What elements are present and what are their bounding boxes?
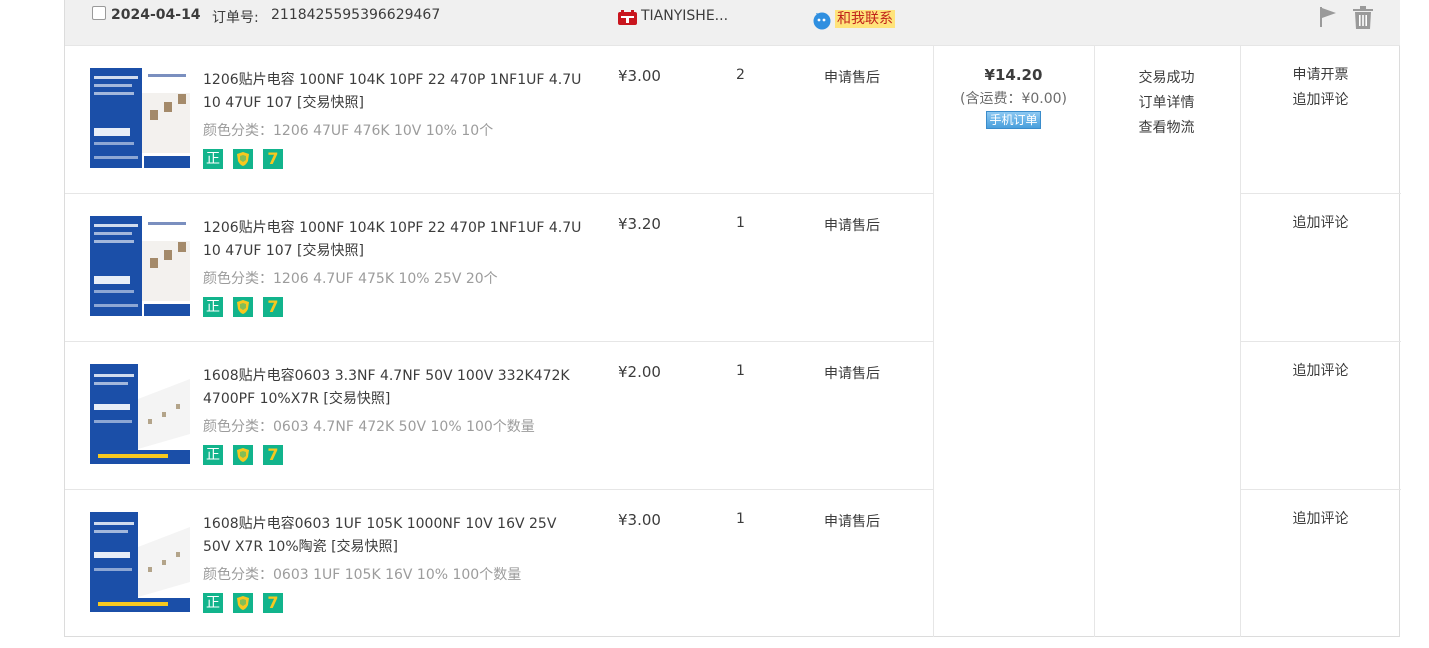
item-quantity: 2 — [736, 67, 745, 83]
view-logistics-link[interactable]: 查看物流 — [1094, 116, 1239, 141]
flag-icon[interactable] — [1317, 6, 1339, 28]
add-review-link[interactable]: 追加评论 — [1240, 359, 1401, 384]
shop-name-link[interactable]: TIANYISHE... — [641, 8, 728, 24]
item-quantity: 1 — [736, 215, 745, 231]
mobile-order-badge: 手机订单 — [986, 111, 1041, 129]
row-divider — [1240, 489, 1401, 490]
seven-day-return-badge[interactable]: 7 — [263, 593, 283, 613]
add-review-link[interactable]: 追加评论 — [1240, 211, 1401, 236]
item-price: ¥3.00 — [618, 511, 661, 529]
product-title-link[interactable]: 1608贴片电容0603 3.3NF 4.7NF 50V 100V 332K47… — [203, 365, 583, 411]
item-quantity: 1 — [736, 511, 745, 527]
order-total-cell: ¥14.20 (含运费：¥0.00) 手机订单 — [933, 60, 1094, 129]
order-number-label: 订单号: — [212, 10, 259, 26]
column-divider — [933, 45, 934, 637]
order-item: 1608贴片电容0603 3.3NF 4.7NF 50V 100V 332K47… — [65, 341, 933, 489]
seven-day-return-badge[interactable]: 7 — [263, 149, 283, 169]
product-title-link[interactable]: 1608贴片电容0603 1UF 105K 1000NF 10V 16V 25V… — [203, 513, 583, 559]
product-sku: 颜色分类：0603 4.7NF 472K 50V 10% 100个数量 — [203, 419, 535, 435]
apply-aftersale-link[interactable]: 申请售后 — [824, 363, 880, 383]
guarantee-shield-icon[interactable] — [233, 445, 253, 465]
genuine-badge[interactable]: 正 — [203, 297, 223, 317]
apply-aftersale-link[interactable]: 申请售后 — [824, 511, 880, 531]
order-item: 1206贴片电容 100NF 104K 10PF 22 470P 1NF1UF … — [65, 45, 933, 193]
item-operations: 追加评论 — [1240, 211, 1401, 236]
contact-seller-label: 和我联系 — [835, 10, 895, 28]
item-operations: 申请开票 追加评论 — [1240, 63, 1401, 113]
wangwang-bubble-icon — [813, 12, 831, 30]
order-card: 2024-04-14 订单号: 2118425595396629467 TIAN… — [64, 0, 1401, 637]
genuine-badge[interactable]: 正 — [203, 445, 223, 465]
order-status-cell: 交易成功 订单详情 查看物流 — [1094, 66, 1239, 141]
product-thumbnail[interactable] — [90, 512, 190, 612]
product-thumbnail[interactable] — [90, 68, 190, 168]
add-review-link[interactable]: 追加评论 — [1240, 88, 1401, 113]
product-sku: 颜色分类：1206 4.7UF 475K 10% 25V 20个 — [203, 271, 498, 287]
genuine-badge[interactable]: 正 — [203, 149, 223, 169]
item-price: ¥3.20 — [618, 215, 661, 233]
order-date: 2024-04-14 — [111, 7, 201, 23]
genuine-badge[interactable]: 正 — [203, 593, 223, 613]
guarantee-shield-icon[interactable] — [233, 149, 253, 169]
row-divider — [1240, 193, 1401, 194]
product-title-link[interactable]: 1206贴片电容 100NF 104K 10PF 22 470P 1NF1UF … — [203, 69, 583, 115]
item-price: ¥2.00 — [618, 363, 661, 381]
trade-status: 交易成功 — [1138, 70, 1195, 86]
item-quantity: 1 — [736, 363, 745, 379]
order-header: 2024-04-14 订单号: 2118425595396629467 TIAN… — [65, 0, 1400, 46]
order-total: ¥14.20 — [984, 66, 1043, 84]
order-select-checkbox[interactable] — [92, 6, 106, 20]
seven-day-return-badge[interactable]: 7 — [263, 445, 283, 465]
order-item: 1608贴片电容0603 1UF 105K 1000NF 10V 16V 25V… — [65, 489, 933, 637]
tmall-icon — [618, 10, 637, 25]
order-item: 1206贴片电容 100NF 104K 10PF 22 470P 1NF1UF … — [65, 193, 933, 341]
seven-day-return-badge[interactable]: 7 — [263, 297, 283, 317]
item-price: ¥3.00 — [618, 67, 661, 85]
row-divider — [1240, 341, 1401, 342]
guarantee-shield-icon[interactable] — [233, 297, 253, 317]
product-thumbnail[interactable] — [90, 364, 190, 464]
apply-aftersale-link[interactable]: 申请售后 — [824, 215, 880, 235]
item-operations: 追加评论 — [1240, 507, 1401, 532]
guarantee-shield-icon[interactable] — [233, 593, 253, 613]
apply-aftersale-link[interactable]: 申请售后 — [824, 67, 880, 87]
product-title-link[interactable]: 1206贴片电容 100NF 104K 10PF 22 470P 1NF1UF … — [203, 217, 583, 263]
order-number: 2118425595396629467 — [271, 7, 441, 23]
order-detail-link[interactable]: 订单详情 — [1094, 91, 1239, 116]
request-invoice-link[interactable]: 申请开票 — [1240, 63, 1401, 88]
item-operations: 追加评论 — [1240, 359, 1401, 384]
add-review-link[interactable]: 追加评论 — [1240, 507, 1401, 532]
trash-icon[interactable] — [1352, 6, 1374, 30]
shipping-fee: (含运费：¥0.00) — [959, 91, 1067, 107]
product-sku: 颜色分类：0603 1UF 105K 16V 10% 100个数量 — [203, 567, 522, 583]
product-thumbnail[interactable] — [90, 216, 190, 316]
product-sku: 颜色分类：1206 47UF 476K 10V 10% 10个 — [203, 123, 494, 139]
